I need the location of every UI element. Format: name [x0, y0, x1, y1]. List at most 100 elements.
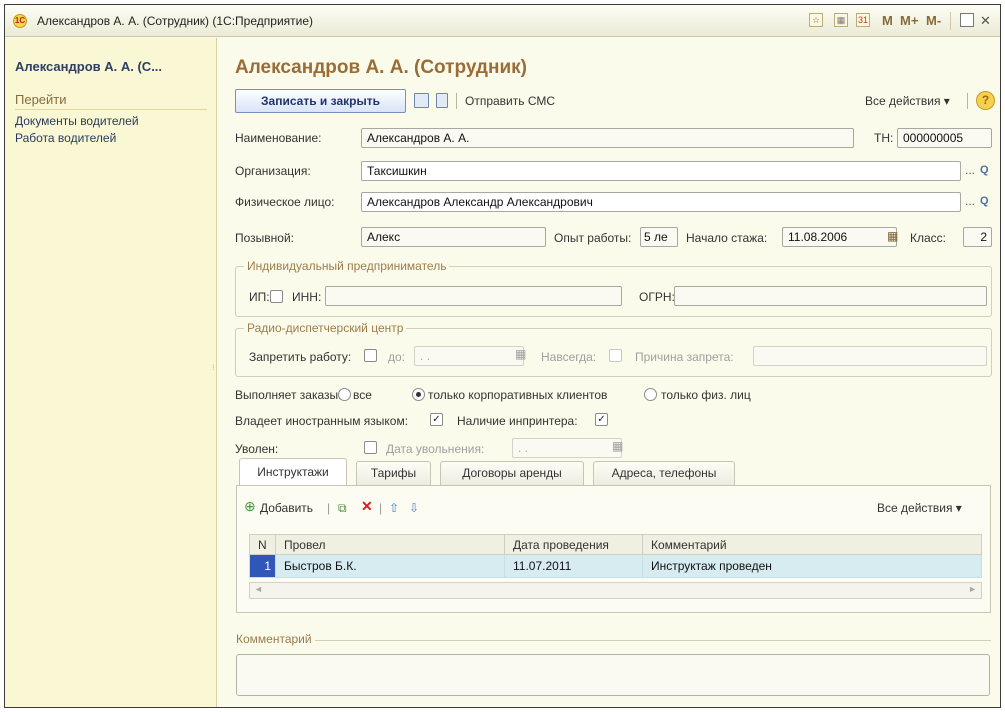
select-button[interactable]: ... — [965, 194, 975, 208]
favorites-icon[interactable]: ☆ — [809, 13, 823, 27]
tab-rental-contracts[interactable]: Договоры аренды — [440, 461, 584, 485]
save-icon[interactable] — [414, 93, 429, 108]
orders-radio-individuals[interactable] — [644, 388, 657, 401]
maximize-icon[interactable] — [960, 13, 974, 27]
foreign-language-label: Владеет иностранным языком: — [235, 414, 409, 428]
table-row[interactable]: 1 Быстров Б.К. 11.07.2011 Инструктаж про… — [249, 554, 982, 578]
search-icon[interactable]: Q — [980, 195, 989, 207]
row-number-cell[interactable]: 1 — [249, 554, 276, 578]
all-actions-menu[interactable]: Все действия ▾ — [865, 94, 950, 108]
until-date-field[interactable]: . . — [414, 346, 524, 366]
page-title: Александров А. А. (Сотрудник) — [235, 57, 527, 78]
ogrn-field[interactable] — [674, 286, 987, 306]
organization-field[interactable]: Таксишкин — [361, 161, 961, 181]
fired-checkbox[interactable] — [364, 441, 377, 454]
orders-option-corporate[interactable]: только корпоративных клиентов — [428, 388, 607, 402]
column-comment[interactable]: Комментарий — [642, 534, 982, 555]
sidebar-title[interactable]: Александров А. А. (С... — [15, 59, 162, 74]
toolbar-separator: | — [379, 501, 383, 515]
memory-minus-button[interactable]: M- — [926, 13, 941, 28]
forever-checkbox[interactable] — [609, 349, 622, 362]
splitter-grip-icon[interactable]: ⁝ — [212, 363, 215, 372]
document-icon[interactable] — [436, 93, 448, 108]
copy-icon[interactable]: ⧉ — [338, 501, 347, 516]
scroll-left-icon[interactable]: ◄ — [254, 584, 263, 594]
save-and-close-button[interactable]: Записать и закрыть — [235, 89, 406, 113]
tab-instructions[interactable]: Инструктажи — [239, 458, 347, 486]
column-conducted-by[interactable]: Провел — [275, 534, 505, 555]
callsign-field[interactable]: Алекс — [361, 227, 546, 247]
experience-label: Опыт работы: — [554, 231, 632, 245]
close-icon[interactable]: ✕ — [980, 13, 991, 29]
fired-label: Уволен: — [235, 442, 279, 456]
callsign-label: Позывной: — [235, 231, 295, 245]
ip-checkbox[interactable] — [270, 290, 283, 303]
calculator-icon[interactable]: ▦ — [834, 13, 848, 27]
table-header-row: N Провел Дата проведения Комментарий — [249, 534, 982, 555]
search-icon[interactable]: Q — [980, 164, 989, 176]
orders-radio-corporate[interactable] — [412, 388, 425, 401]
app-window: 1С Александров А. А. (Сотрудник) (1С:Пре… — [4, 4, 1001, 708]
inn-label: ИНН: — [292, 290, 322, 304]
comment-textarea[interactable] — [236, 654, 990, 696]
fired-date-field[interactable]: . . — [512, 438, 622, 458]
navigation-panel: Александров А. А. (С... Перейти Документ… — [5, 38, 217, 707]
forbid-work-checkbox[interactable] — [364, 349, 377, 362]
instructions-panel: ⊕ Добавить | ⧉ ✕ | ⇧ ⇩ Все действия ▾ N … — [236, 485, 991, 613]
toolbar-separator — [456, 93, 457, 109]
memory-m-button[interactable]: M — [882, 13, 893, 28]
start-date-field[interactable]: 11.08.2006 — [782, 227, 897, 247]
tn-label: ТН: — [874, 131, 894, 145]
calendar-icon[interactable]: 31 — [856, 13, 870, 27]
class-field[interactable]: 2 — [963, 227, 992, 247]
calendar-picker-icon[interactable]: ▦ — [515, 347, 526, 361]
help-icon[interactable]: ? — [976, 91, 995, 110]
move-up-icon[interactable]: ⇧ — [389, 501, 399, 515]
orders-option-individuals[interactable]: только физ. лиц — [661, 388, 751, 402]
name-field[interactable]: Александров А. А. — [361, 128, 854, 148]
ip-label: ИП: — [249, 290, 270, 304]
comment-divider — [236, 640, 991, 641]
person-field[interactable]: Александров Александр Александрович — [361, 192, 961, 212]
foreign-language-checkbox[interactable]: ✓ — [430, 413, 443, 426]
column-number[interactable]: N — [249, 534, 276, 555]
radio-center-group-label: Радио-диспетчерский центр — [244, 321, 407, 335]
send-sms-button[interactable]: Отправить СМС — [465, 94, 555, 108]
imprinter-label: Наличие инпринтера: — [457, 414, 578, 428]
orders-label: Выполняет заказы: — [235, 388, 342, 402]
horizontal-scrollbar[interactable]: ◄ ► — [249, 582, 982, 599]
toolbar-separator: | — [327, 501, 331, 515]
calendar-picker-icon[interactable]: ▦ — [612, 439, 623, 453]
comment-cell[interactable]: Инструктаж проведен — [642, 554, 982, 578]
conducted-by-cell[interactable]: Быстров Б.К. — [275, 554, 505, 578]
experience-field[interactable]: 5 ле — [640, 227, 678, 247]
add-icon[interactable]: ⊕ — [244, 498, 256, 515]
move-down-icon[interactable]: ⇩ — [409, 501, 419, 515]
window-title: Александров А. А. (Сотрудник) (1С:Предпр… — [37, 14, 314, 28]
title-separator — [950, 12, 951, 30]
organization-label: Организация: — [235, 164, 311, 178]
sidebar-section-goto: Перейти — [15, 92, 207, 110]
delete-icon[interactable]: ✕ — [361, 498, 373, 515]
memory-plus-button[interactable]: M+ — [900, 13, 918, 28]
tab-tariffs[interactable]: Тарифы — [356, 461, 431, 485]
table-all-actions-menu[interactable]: Все действия ▾ — [877, 501, 962, 515]
scroll-right-icon[interactable]: ► — [968, 584, 977, 594]
tn-field[interactable]: 000000005 — [897, 128, 992, 148]
forever-label: Навсегда: — [541, 350, 597, 364]
orders-option-all[interactable]: все — [353, 388, 372, 402]
inn-field[interactable] — [325, 286, 622, 306]
sidebar-item-driver-documents[interactable]: Документы водителей — [15, 114, 139, 128]
imprinter-checkbox[interactable]: ✓ — [595, 413, 608, 426]
select-button[interactable]: ... — [965, 163, 975, 177]
column-date[interactable]: Дата проведения — [504, 534, 643, 555]
tab-addresses-phones[interactable]: Адреса, телефоны — [593, 461, 735, 485]
sidebar-item-driver-work[interactable]: Работа водителей — [15, 131, 116, 145]
class-label: Класс: — [910, 231, 946, 245]
person-label: Физическое лицо: — [235, 195, 335, 209]
date-cell[interactable]: 11.07.2011 — [504, 554, 643, 578]
orders-radio-all[interactable] — [338, 388, 351, 401]
calendar-picker-icon[interactable]: ▦ — [887, 229, 898, 243]
add-button[interactable]: Добавить — [260, 501, 313, 515]
reason-field[interactable] — [753, 346, 987, 366]
